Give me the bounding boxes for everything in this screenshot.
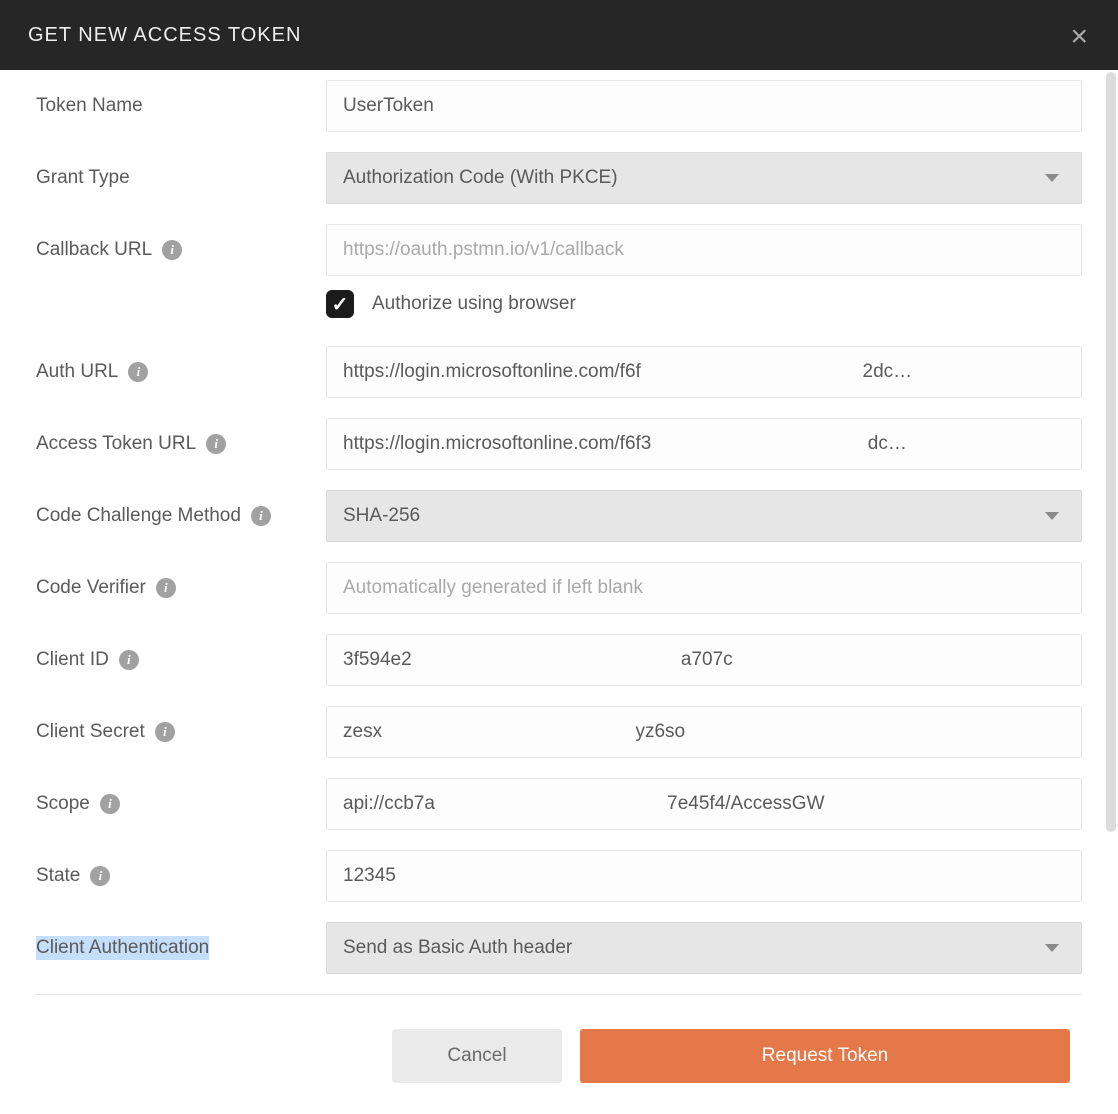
divider (36, 994, 1082, 995)
info-icon[interactable]: i (128, 362, 148, 382)
grant-type-label: Grant Type (36, 167, 130, 189)
authorize-browser-checkbox[interactable]: ✓ (326, 290, 354, 318)
oauth-token-modal: GET NEW ACCESS TOKEN × Token Name Grant … (0, 0, 1118, 1114)
access-token-url-input[interactable] (326, 418, 1082, 470)
info-icon[interactable]: i (119, 650, 139, 670)
token-name-label: Token Name (36, 95, 143, 117)
close-icon[interactable]: × (1070, 20, 1088, 54)
code-verifier-label: Code Verifier (36, 577, 146, 599)
modal-title: GET NEW ACCESS TOKEN (28, 24, 301, 47)
chevron-down-icon (1045, 944, 1059, 952)
scope-label: Scope (36, 793, 90, 815)
code-challenge-select[interactable]: SHA-256 (326, 490, 1082, 542)
info-icon[interactable]: i (90, 866, 110, 886)
cancel-button[interactable]: Cancel (392, 1029, 562, 1083)
grant-type-select[interactable]: Authorization Code (With PKCE) (326, 152, 1082, 204)
modal-body: Token Name Grant Type Authorization Code… (0, 70, 1118, 998)
client-id-input[interactable] (326, 634, 1082, 686)
grant-type-value: Authorization Code (With PKCE) (343, 167, 618, 189)
token-name-input[interactable] (326, 80, 1082, 132)
scope-input[interactable] (326, 778, 1082, 830)
authorize-browser-label: Authorize using browser (372, 293, 576, 315)
callback-url-input[interactable] (326, 224, 1082, 276)
client-auth-select[interactable]: Send as Basic Auth header (326, 922, 1082, 974)
info-icon[interactable]: i (206, 434, 226, 454)
modal-header: GET NEW ACCESS TOKEN (0, 0, 1118, 70)
chevron-down-icon (1045, 512, 1059, 520)
code-verifier-input[interactable] (326, 562, 1082, 614)
callback-url-label: Callback URL (36, 239, 152, 261)
info-icon[interactable]: i (156, 578, 176, 598)
client-secret-label: Client Secret (36, 721, 145, 743)
code-challenge-label: Code Challenge Method (36, 505, 241, 527)
access-token-url-label: Access Token URL (36, 433, 196, 455)
client-id-label: Client ID (36, 649, 109, 671)
client-auth-value: Send as Basic Auth header (343, 937, 572, 959)
checkmark-icon: ✓ (332, 292, 349, 317)
auth-url-label: Auth URL (36, 361, 118, 383)
auth-url-input[interactable] (326, 346, 1082, 398)
info-icon[interactable]: i (155, 722, 175, 742)
info-icon[interactable]: i (251, 506, 271, 526)
info-icon[interactable]: i (162, 240, 182, 260)
client-auth-label: Client Authentication (36, 936, 209, 960)
code-challenge-value: SHA-256 (343, 505, 420, 527)
info-icon[interactable]: i (100, 794, 120, 814)
chevron-down-icon (1045, 174, 1059, 182)
modal-footer: Cancel Request Token (0, 998, 1118, 1114)
state-input[interactable] (326, 850, 1082, 902)
client-secret-input[interactable] (326, 706, 1082, 758)
request-token-button[interactable]: Request Token (580, 1029, 1070, 1083)
state-label: State (36, 865, 80, 887)
